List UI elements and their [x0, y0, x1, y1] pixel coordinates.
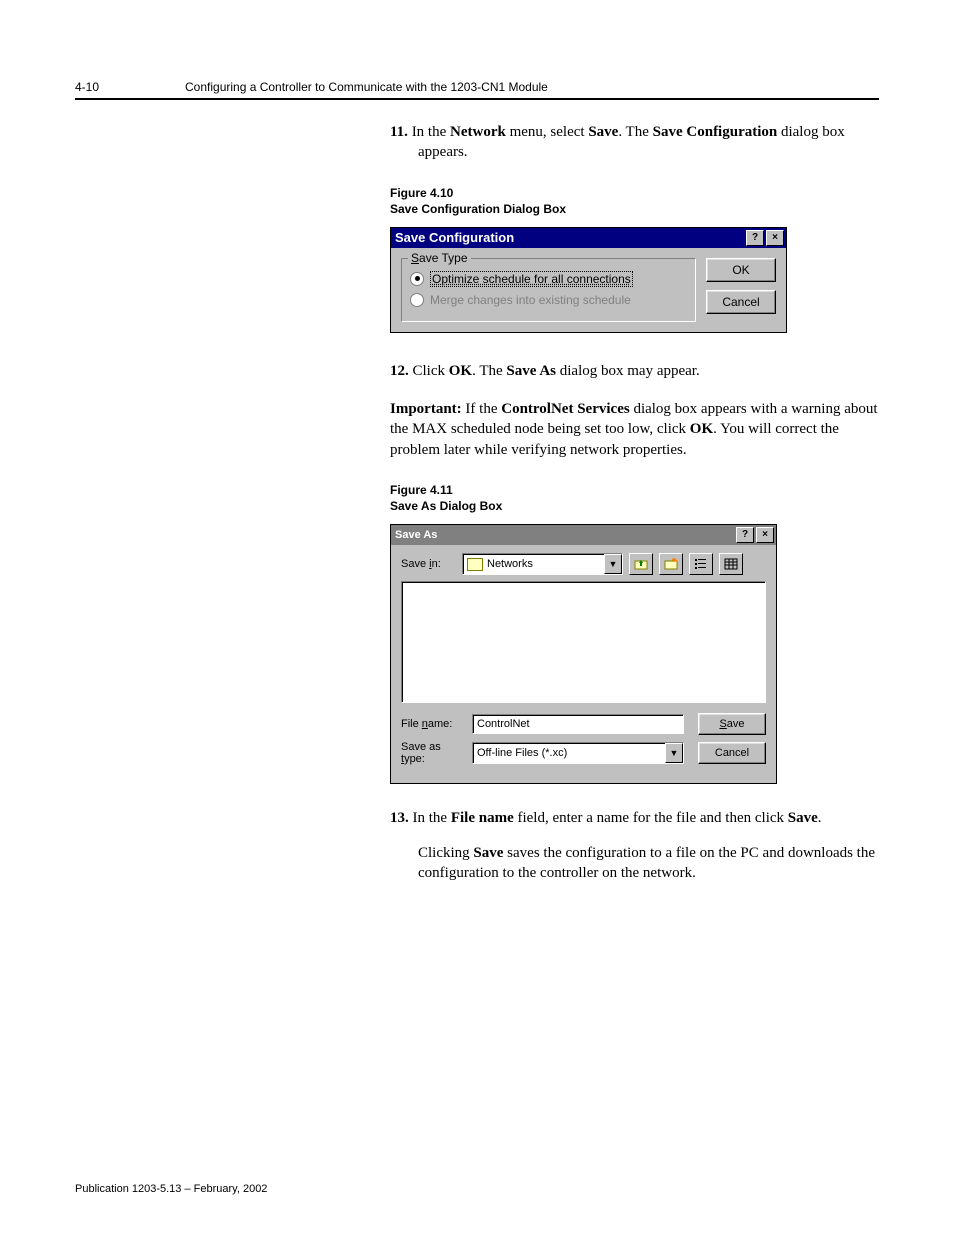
- step-12-num: 12.: [390, 363, 409, 379]
- page-header: 4-10 Configuring a Controller to Communi…: [75, 80, 879, 100]
- dialog-titlebar: Save As ? ×: [391, 525, 776, 545]
- step-13-num: 13.: [390, 810, 409, 826]
- cancel-button[interactable]: Cancel: [706, 290, 776, 314]
- close-icon[interactable]: ×: [756, 527, 774, 543]
- file-name-label: File name:: [401, 718, 466, 730]
- dialog-title: Save As: [395, 529, 437, 541]
- page-number: 4-10: [75, 80, 185, 94]
- figure-4-11-caption: Figure 4.11 Save As Dialog Box: [390, 482, 879, 514]
- save-type-group: Save Type Optimize schedule for all conn…: [401, 258, 696, 322]
- important-note: Important: If the ControlNet Services di…: [390, 399, 879, 460]
- page-header-title: Configuring a Controller to Communicate …: [185, 80, 879, 94]
- save-as-type-combo[interactable]: Off-line Files (*.xc) ▼: [472, 742, 684, 764]
- radio-merge-label: Merge changes into existing schedule: [430, 293, 631, 307]
- step-12: 12. Click OK. The Save As dialog box may…: [390, 361, 879, 381]
- save-button[interactable]: Save: [698, 713, 766, 735]
- step-13: 13. In the File name field, enter a name…: [390, 808, 879, 883]
- close-icon[interactable]: ×: [766, 230, 784, 246]
- details-view-icon[interactable]: [719, 553, 743, 575]
- help-icon[interactable]: ?: [746, 230, 764, 246]
- step-11-num: 11.: [390, 124, 408, 140]
- chevron-down-icon[interactable]: ▼: [604, 554, 622, 574]
- up-one-level-icon[interactable]: [629, 553, 653, 575]
- save-in-value: Networks: [487, 558, 533, 570]
- radio-icon: [410, 272, 424, 286]
- group-label: Save Type: [408, 251, 471, 265]
- save-as-dialog: Save As ? × Save in: Networks ▼: [390, 524, 777, 784]
- cancel-button[interactable]: Cancel: [698, 742, 766, 764]
- dialog-titlebar: Save Configuration ? ×: [391, 228, 786, 248]
- chevron-down-icon[interactable]: ▼: [665, 743, 683, 763]
- footer-publication: Publication 1203-5.13 – February, 2002: [75, 1183, 267, 1195]
- dialog-title: Save Configuration: [395, 230, 514, 245]
- save-as-type-label: Save as type:: [401, 741, 466, 765]
- file-list[interactable]: [401, 581, 766, 703]
- list-view-icon[interactable]: [689, 553, 713, 575]
- radio-merge[interactable]: Merge changes into existing schedule: [410, 293, 687, 307]
- radio-optimize-label: Optimize schedule for all connections: [430, 271, 633, 287]
- help-icon[interactable]: ?: [736, 527, 754, 543]
- figure-4-10-caption: Figure 4.10 Save Configuration Dialog Bo…: [390, 185, 879, 217]
- folder-icon: [467, 558, 483, 571]
- file-name-field[interactable]: ControlNet: [472, 714, 684, 734]
- radio-icon: [410, 293, 424, 307]
- save-configuration-dialog: Save Configuration ? × Save Type Optimiz…: [390, 227, 787, 333]
- new-folder-icon[interactable]: [659, 553, 683, 575]
- step-11: 11. In the Network menu, select Save. Th…: [390, 122, 879, 163]
- radio-optimize[interactable]: Optimize schedule for all connections: [410, 271, 687, 287]
- save-in-label: Save in:: [401, 558, 456, 570]
- save-in-combo[interactable]: Networks ▼: [462, 553, 623, 575]
- ok-button[interactable]: OK: [706, 258, 776, 282]
